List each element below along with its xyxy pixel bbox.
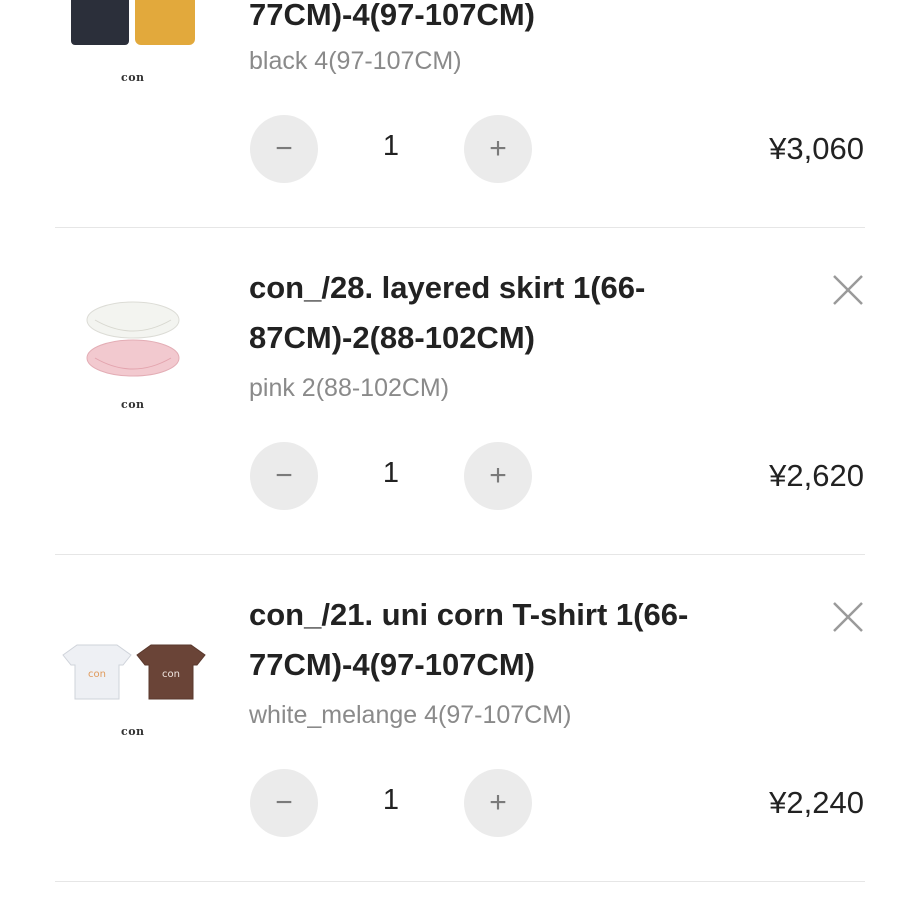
close-icon <box>833 602 863 632</box>
minus-icon: − <box>275 459 293 492</box>
product-thumbnail[interactable]: con <box>55 0 215 100</box>
brand-logo: con <box>121 725 145 738</box>
quantity-value: 1 <box>382 784 400 816</box>
product-image <box>71 0 195 45</box>
cart-item: con con con con_/21. uni corn T-shirt 1(… <box>0 555 920 882</box>
increase-quantity-button[interactable]: + <box>464 115 532 183</box>
svg-text:con: con <box>162 669 180 680</box>
minus-icon: − <box>275 132 293 165</box>
close-icon <box>833 275 863 305</box>
remove-item-button[interactable] <box>828 597 868 637</box>
minus-icon: − <box>275 786 293 819</box>
plus-icon: + <box>489 459 507 492</box>
item-price: ¥2,620 <box>769 458 864 493</box>
product-variant: black 4(97-107CM) <box>249 47 462 75</box>
decrease-quantity-button[interactable]: − <box>250 769 318 837</box>
quantity-value: 1 <box>382 457 400 489</box>
product-image: con con <box>62 644 206 700</box>
increase-quantity-button[interactable]: + <box>464 442 532 510</box>
quantity-value: 1 <box>382 130 400 162</box>
product-title: con_/21. uni corn T-shirt 1(66- 77CM)-4(… <box>249 597 689 682</box>
brand-logo: con <box>121 71 145 84</box>
divider <box>55 881 865 882</box>
cart-item: con con_/28. layered skirt 1(66- 87CM)-2… <box>0 228 920 555</box>
decrease-quantity-button[interactable]: − <box>250 115 318 183</box>
remove-item-button[interactable] <box>828 270 868 310</box>
increase-quantity-button[interactable]: + <box>464 769 532 837</box>
brand-logo: con <box>121 398 145 411</box>
product-variant: white_melange 4(97-107CM) <box>249 701 572 729</box>
plus-icon: + <box>489 132 507 165</box>
item-price: ¥3,060 <box>769 131 864 166</box>
product-variant: pink 2(88-102CM) <box>249 374 450 402</box>
decrease-quantity-button[interactable]: − <box>250 442 318 510</box>
product-title: 77CM)-4(97-107CM) <box>249 0 535 32</box>
product-thumbnail[interactable]: con <box>55 288 215 448</box>
product-title: con_/28. layered skirt 1(66- 87CM)-2(88-… <box>249 270 646 355</box>
plus-icon: + <box>489 786 507 819</box>
product-image <box>86 301 180 377</box>
product-thumbnail[interactable]: con con con <box>55 615 215 775</box>
svg-text:con: con <box>88 669 106 680</box>
cart-item: con 77CM)-4(97-107CM) black 4(97-107CM) … <box>0 0 920 228</box>
item-price: ¥2,240 <box>769 785 864 820</box>
